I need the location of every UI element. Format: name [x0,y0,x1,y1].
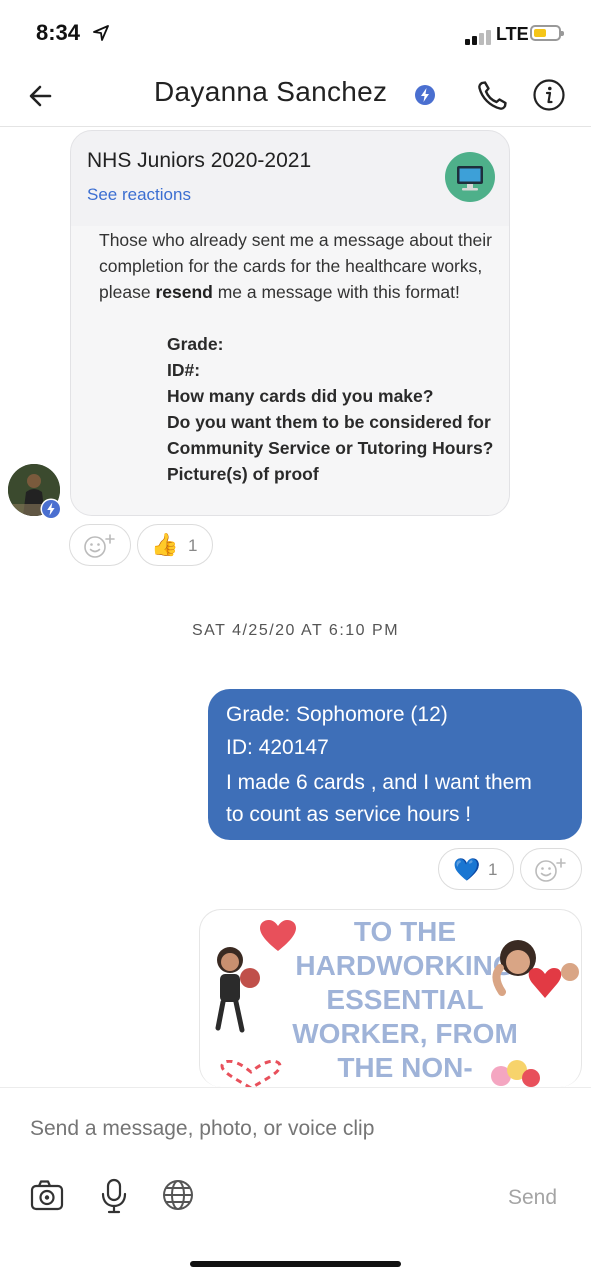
add-reaction-button[interactable] [69,524,131,566]
format-item-grade: Grade: [167,334,224,354]
bitmoji-sticker-left [215,947,260,1033]
header-divider [0,126,591,127]
hearts-sticker [491,1060,540,1087]
format-item-hours-type: Do you want them to be considered for Co… [167,412,494,458]
smiley-plus-icon [535,858,566,882]
image-message[interactable]: TO THE HARDWORKING ESSENTIAL WORKER, FRO… [199,909,582,1087]
thumbs-up-count: 1 [188,536,198,555]
phone-call-button[interactable] [474,78,510,114]
message-timestamp: SAT 4/25/20 AT 6:10 PM [191,622,400,639]
back-button[interactable] [22,80,62,112]
format-item-id: ID#: [167,360,201,380]
outgoing-line: I made 6 cards , and I want them [226,771,532,794]
format-item-proof: Picture(s) of proof [167,464,319,484]
bitmoji-sticker-right [492,940,579,998]
format-item-cards: How many cards did you make? [167,386,434,406]
see-reactions-link[interactable]: See reactions [87,185,191,205]
smiley-plus-icon [84,534,115,558]
image-text-line: WORKER, FROM [292,1018,518,1049]
status-time: 8:34 [36,20,81,45]
lightning-badge-icon [40,498,62,520]
signal-strength-icon [465,27,493,45]
thumbs-up-icon: 👍 [151,532,179,557]
post-title: NHS Juniors 2020-2021 [87,149,312,172]
shared-post-card[interactable]: NHS Juniors 2020-2021 See reactions Thos… [70,130,510,516]
outgoing-line: ID: 420147 [226,736,329,759]
contact-name[interactable]: Dayanna Sanchez [154,76,387,108]
thumbs-up-reaction[interactable]: 👍 1 [137,524,213,566]
microphone-button[interactable] [100,1178,128,1214]
computer-icon [445,152,495,202]
globe-button[interactable] [162,1179,194,1211]
network-type: LTE [496,24,529,44]
heart-outline-sticker [220,1060,282,1087]
outgoing-message-bubble[interactable]: Grade: Sophomore (12) ID: 420147 I made … [208,689,582,840]
blue-heart-icon: 💙 [453,857,481,882]
message-input[interactable] [30,1117,550,1141]
add-reaction-button[interactable] [520,848,582,890]
location-arrow-icon [93,25,109,41]
outgoing-line: to count as service hours ! [226,803,472,826]
post-message-text: Those who already sent me a message abou… [99,230,492,302]
battery-icon [530,25,564,41]
lightning-badge-icon [415,85,435,105]
composer-divider [0,1087,591,1088]
camera-button[interactable] [30,1178,64,1212]
info-button[interactable] [532,78,566,112]
home-indicator [190,1261,401,1267]
send-button[interactable]: Send [508,1186,557,1210]
post-format-list: Grade: ID#: How many cards did you make?… [167,331,507,487]
outgoing-line: Grade: Sophomore (12) [226,703,448,726]
heart-reaction[interactable]: 💙 1 [438,848,514,890]
heart-count: 1 [488,860,498,879]
